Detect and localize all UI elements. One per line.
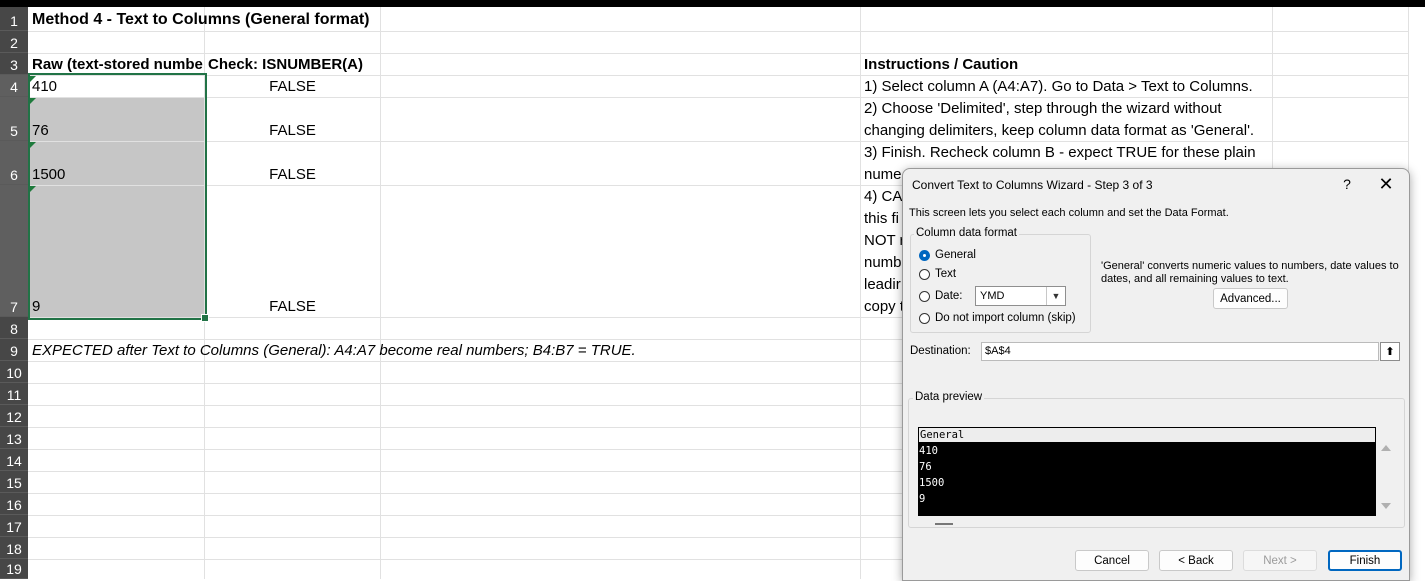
row-header-6[interactable]: 6 xyxy=(0,141,28,185)
row-header-19[interactable]: 19 xyxy=(0,559,28,579)
scroll-down-icon[interactable] xyxy=(1381,503,1391,509)
column-data-format-label: Column data format xyxy=(914,227,1019,239)
scroll-up-icon[interactable] xyxy=(1381,445,1391,451)
dialog-intro-text: This screen lets you select each column … xyxy=(909,207,1229,219)
cell-a6[interactable]: 1500 xyxy=(29,141,204,185)
radio-skip-label[interactable]: Do not import column (skip) xyxy=(935,312,1076,324)
radio-general-indicator[interactable] xyxy=(919,249,930,261)
preview-row: 76 xyxy=(919,461,932,473)
cancel-button[interactable]: Cancel xyxy=(1075,550,1149,571)
instruction-step-1[interactable]: 1) Select column A (A4:A7). Go to Data >… xyxy=(861,75,1272,97)
radio-text[interactable]: Text xyxy=(919,268,956,280)
back-button[interactable]: < Back xyxy=(1159,550,1233,571)
finish-button[interactable]: Finish xyxy=(1328,550,1402,571)
header-cell-instructions[interactable]: Instructions / Caution xyxy=(861,53,1272,75)
dialog-title: Convert Text to Columns Wizard - Step 3 … xyxy=(912,178,1153,192)
preview-vertical-scrollbar[interactable] xyxy=(1378,427,1392,516)
gridline xyxy=(28,31,1425,32)
row-header-7[interactable]: 7 xyxy=(0,185,28,317)
row-header-1[interactable]: 1 xyxy=(0,7,28,31)
radio-date-label[interactable]: Date: xyxy=(935,290,963,302)
date-format-select[interactable]: YMD ▼ xyxy=(975,286,1066,306)
text-number-warning-icon[interactable] xyxy=(30,142,36,148)
collapse-dialog-icon[interactable]: ⬆ xyxy=(1380,342,1400,361)
expected-note-cell[interactable]: EXPECTED after Text to Columns (General)… xyxy=(29,339,860,361)
data-preview-label: Data preview xyxy=(913,391,985,403)
row-header-4[interactable]: 4 xyxy=(0,75,28,97)
row-header-9[interactable]: 9 xyxy=(0,339,28,361)
radio-date[interactable]: Date: xyxy=(919,290,963,302)
preview-column-header[interactable]: General xyxy=(918,427,1376,443)
data-preview-grid[interactable]: General 410 76 1500 9 xyxy=(918,427,1376,516)
cell-b4[interactable]: FALSE xyxy=(205,75,380,97)
preview-row: 1500 xyxy=(919,477,945,489)
text-to-columns-wizard-dialog[interactable]: Convert Text to Columns Wizard - Step 3 … xyxy=(902,168,1410,581)
instruction-step-2[interactable]: 2) Choose 'Delimited', step through the … xyxy=(861,97,1272,141)
column-header-bar xyxy=(0,0,1425,7)
sheet-title-cell[interactable]: Method 4 - Text to Columns (General form… xyxy=(29,7,629,31)
row-header-3[interactable]: 3 xyxy=(0,53,28,75)
help-icon[interactable]: ? xyxy=(1337,174,1357,194)
radio-skip[interactable]: Do not import column (skip) xyxy=(919,312,1076,324)
row-header-11[interactable]: 11 xyxy=(0,383,28,405)
row-header-10[interactable]: 10 xyxy=(0,361,28,383)
preview-horizontal-scrollbar[interactable] xyxy=(935,523,953,525)
header-cell-a3[interactable]: Raw (text-stored numbe xyxy=(29,53,204,75)
row-header-14[interactable]: 14 xyxy=(0,449,28,471)
row-header-13[interactable]: 13 xyxy=(0,427,28,449)
date-format-value: YMD xyxy=(980,290,1005,302)
radio-skip-indicator[interactable] xyxy=(919,312,930,324)
preview-row: 410 xyxy=(919,445,938,457)
destination-input[interactable]: $A$4 xyxy=(981,342,1379,361)
advanced-button[interactable]: Advanced... xyxy=(1213,288,1288,309)
row-header-5[interactable]: 5 xyxy=(0,97,28,141)
row-header-8[interactable]: 8 xyxy=(0,317,28,339)
radio-general[interactable]: General xyxy=(919,249,976,261)
format-description: 'General' converts numeric values to num… xyxy=(1101,260,1399,285)
cell-b7[interactable]: FALSE xyxy=(205,185,380,317)
row-header-15[interactable]: 15 xyxy=(0,471,28,493)
row-header-2[interactable]: 2 xyxy=(0,31,28,53)
next-button[interactable]: Next > xyxy=(1243,550,1317,571)
preview-row: 9 xyxy=(919,493,926,505)
text-number-warning-icon[interactable] xyxy=(30,98,36,104)
fill-handle[interactable] xyxy=(201,314,209,322)
cell-a5[interactable]: 76 xyxy=(29,97,204,141)
row-header-12[interactable]: 12 xyxy=(0,405,28,427)
row-header-16[interactable]: 16 xyxy=(0,493,28,515)
destination-label: Destination: xyxy=(910,345,971,357)
text-number-warning-icon[interactable] xyxy=(30,76,36,82)
cell-b6[interactable]: FALSE xyxy=(205,141,380,185)
header-cell-b3[interactable]: Check: ISNUMBER(A) xyxy=(205,53,380,75)
sheet-right-edge xyxy=(1408,7,1425,579)
cell-b5[interactable]: FALSE xyxy=(205,97,380,141)
radio-text-indicator[interactable] xyxy=(919,268,930,280)
chevron-down-icon[interactable]: ▼ xyxy=(1046,287,1065,305)
radio-date-indicator[interactable] xyxy=(919,290,930,302)
radio-general-label[interactable]: General xyxy=(935,249,976,261)
close-icon[interactable]: ✕ xyxy=(1375,173,1397,195)
row-header-17[interactable]: 17 xyxy=(0,515,28,537)
radio-text-label[interactable]: Text xyxy=(935,268,956,280)
cell-a4[interactable]: 410 xyxy=(29,75,204,97)
text-number-warning-icon[interactable] xyxy=(30,186,36,192)
cell-a7[interactable]: 9 xyxy=(29,185,204,317)
row-header-18[interactable]: 18 xyxy=(0,537,28,559)
